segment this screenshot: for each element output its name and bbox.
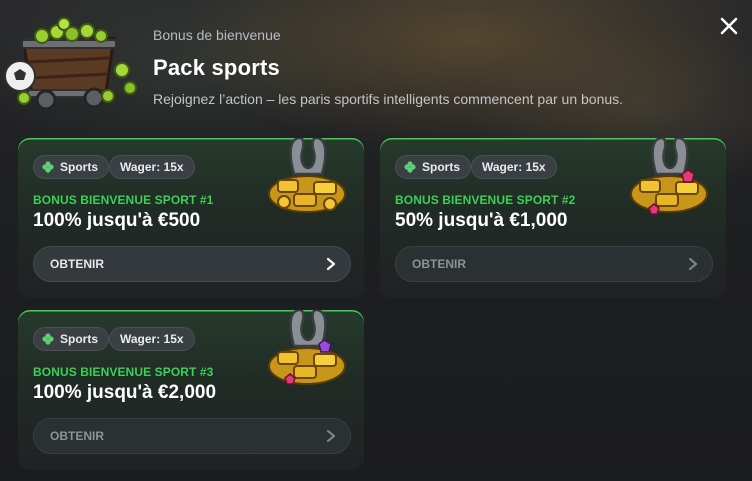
tag-label: Sports bbox=[422, 160, 461, 174]
modal-header: Bonus de bienvenue Pack sports Rejoignez… bbox=[0, 0, 752, 130]
bonus-card-3: Sports Wager: 15x BONUS BIENVENUE SPORT … bbox=[18, 310, 364, 470]
gold-horseshoe-icon bbox=[268, 138, 346, 213]
clover-icon bbox=[42, 161, 54, 173]
clover-icon bbox=[42, 333, 54, 345]
tag-wager: Wager: 15x bbox=[109, 327, 195, 351]
chevron-right-icon bbox=[326, 429, 336, 443]
mine-cart-icon bbox=[4, 17, 137, 111]
claim-button-label: OBTENIR bbox=[50, 257, 104, 271]
claim-button-label: OBTENIR bbox=[412, 257, 466, 271]
tag-sports: Sports bbox=[395, 155, 472, 179]
bonus-label: BONUS BIENVENUE SPORT #1 bbox=[33, 193, 214, 207]
tag-wager: Wager: 15x bbox=[471, 155, 557, 179]
bonus-card-2: Sports Wager: 15x BONUS BIENVENUE SPORT … bbox=[380, 138, 726, 298]
claim-button[interactable]: OBTENIR bbox=[33, 246, 351, 282]
gold-horseshoe-icon bbox=[630, 138, 708, 215]
bonus-label: BONUS BIENVENUE SPORT #2 bbox=[395, 193, 576, 207]
chevron-right-icon bbox=[326, 257, 336, 271]
close-icon[interactable] bbox=[717, 14, 741, 38]
tag-label: Sports bbox=[60, 160, 99, 174]
bonus-amount: 50% jusqu'à €1,000 bbox=[395, 210, 568, 231]
tag-label: Sports bbox=[60, 332, 99, 346]
bonus-label: BONUS BIENVENUE SPORT #3 bbox=[33, 365, 214, 379]
modal-subtitle: Bonus de bienvenue bbox=[153, 27, 281, 43]
modal-title: Pack sports bbox=[153, 55, 280, 80]
claim-button-label: OBTENIR bbox=[50, 429, 104, 443]
claim-button[interactable]: OBTENIR bbox=[395, 246, 713, 282]
tag-sports: Sports bbox=[33, 155, 110, 179]
bonus-amount: 100% jusqu'à €2,000 bbox=[33, 382, 217, 403]
tag-wager: Wager: 15x bbox=[109, 155, 195, 179]
bonus-amount: 100% jusqu'à €500 bbox=[33, 210, 201, 231]
claim-button[interactable]: OBTENIR bbox=[33, 418, 351, 454]
bonus-card-1: Sports Wager: 15x BONUS BIENVENUE SPORT … bbox=[18, 138, 364, 298]
modal-description: Rejoignez l’action – les paris sportifs … bbox=[153, 91, 624, 107]
chevron-right-icon bbox=[688, 257, 698, 271]
tag-sports: Sports bbox=[33, 327, 110, 351]
clover-icon bbox=[404, 161, 416, 173]
gold-horseshoe-icon bbox=[268, 310, 346, 385]
